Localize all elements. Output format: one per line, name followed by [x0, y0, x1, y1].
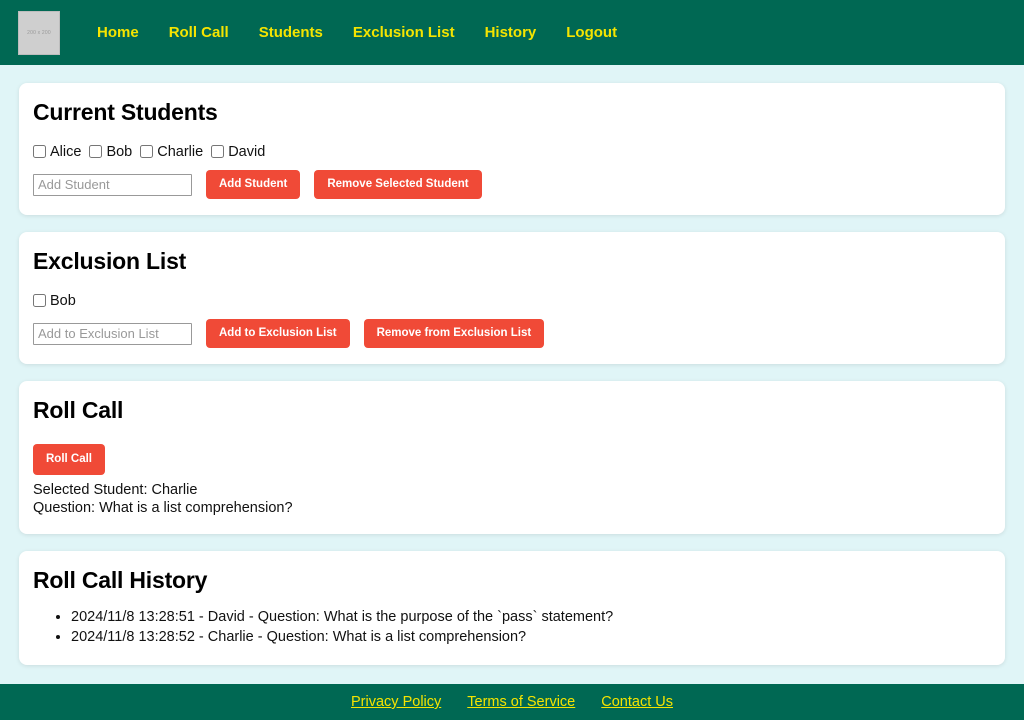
roll-call-action-row: Roll Call [33, 428, 991, 475]
student-checkbox-item: Alice [33, 144, 89, 160]
add-student-form-row: Add Student Remove Selected Student [33, 170, 991, 200]
footer-link-terms-of-service[interactable]: Terms of Service [467, 694, 575, 710]
nav-link-history[interactable]: History [470, 18, 552, 47]
nav-link-list: Home Roll Call Students Exclusion List H… [60, 18, 632, 47]
main-content: Current Students Alice Bob Charlie David Ad… [0, 65, 1024, 684]
roll-call-result: Selected Student: Charlie Question: What… [33, 481, 991, 518]
student-checkbox-david[interactable] [211, 145, 225, 158]
exclusion-checkbox-bob[interactable] [33, 294, 46, 308]
nav-item-students: Students [244, 18, 338, 47]
student-checkbox-bob[interactable] [89, 145, 103, 158]
student-label-alice: Alice [50, 144, 82, 160]
roll-call-button[interactable]: Roll Call [33, 444, 106, 475]
roll-call-history-title: Roll Call History [33, 566, 208, 593]
history-list-item: 2024/11/8 13:28:51 - David - Question: W… [71, 608, 991, 627]
exclusion-list-card: Exclusion List Bob Add to Exclusion List… [19, 232, 1005, 365]
history-list: 2024/11/8 13:28:51 - David - Question: W… [33, 608, 991, 647]
nav-link-home[interactable]: Home [82, 18, 154, 47]
exclusion-label-bob: Bob [50, 293, 76, 310]
add-exclusion-input[interactable] [33, 322, 192, 345]
roll-call-title: Roll Call [33, 397, 124, 424]
brand-logo-image-placeholder[interactable]: 200 x 200 [18, 10, 60, 55]
footer-link-contact-us[interactable]: Contact Us [601, 694, 673, 710]
history-list-item: 2024/11/8 13:28:52 - Charlie - Question:… [71, 628, 991, 647]
student-label-charlie: Charlie [157, 144, 204, 160]
student-checkbox-charlie[interactable] [140, 145, 154, 158]
top-navigation-bar: 200 x 200 Home Roll Call Students Exclus… [0, 0, 1024, 65]
student-label-bob: Bob [106, 144, 133, 160]
nav-item-logout: Logout [551, 18, 632, 47]
footer-link-privacy-policy[interactable]: Privacy Policy [351, 694, 441, 710]
question-text: Question: What is a list comprehension? [33, 500, 293, 517]
nav-link-exclusion-list[interactable]: Exclusion List [338, 18, 470, 47]
image-placeholder-icon: 200 x 200 [27, 29, 51, 36]
student-checkbox-item: David [211, 144, 273, 160]
nav-item-roll-call: Roll Call [154, 18, 244, 47]
nav-link-students[interactable]: Students [244, 18, 338, 47]
nav-item-home: Home [82, 18, 154, 47]
student-checkbox-list: Alice Bob Charlie David [33, 144, 991, 161]
remove-selected-student-button[interactable]: Remove Selected Student [314, 170, 482, 200]
nav-item-exclusion-list: Exclusion List [338, 18, 470, 47]
selected-student-text: Selected Student: Charlie [33, 481, 198, 498]
roll-call-card: Roll Call Roll Call Selected Student: Ch… [19, 381, 1005, 534]
nav-item-history: History [470, 18, 552, 47]
student-checkbox-item: Charlie [140, 144, 211, 160]
add-to-exclusion-list-button[interactable]: Add to Exclusion List [206, 319, 350, 349]
nav-link-logout[interactable]: Logout [551, 18, 632, 47]
add-student-button[interactable]: Add Student [206, 170, 301, 200]
student-checkbox-alice[interactable] [33, 145, 46, 158]
exclusion-list-title: Exclusion List [33, 248, 187, 275]
page-footer: Privacy Policy Terms of Service Contact … [0, 684, 1024, 720]
student-checkbox-item: Bob [89, 144, 140, 160]
add-student-input[interactable] [33, 173, 192, 196]
exclusion-checkbox-item: Bob [33, 293, 84, 309]
roll-call-history-card: Roll Call History 2024/11/8 13:28:51 - D… [19, 550, 1005, 665]
remove-from-exclusion-list-button[interactable]: Remove from Exclusion List [363, 319, 545, 349]
nav-link-roll-call[interactable]: Roll Call [154, 18, 244, 47]
student-label-david: David [228, 144, 266, 160]
current-students-title: Current Students [33, 99, 218, 125]
current-students-card: Current Students Alice Bob Charlie David Ad… [19, 83, 1005, 216]
exclusion-checkbox-list: Bob [33, 293, 991, 310]
add-exclusion-form-row: Add to Exclusion List Remove from Exclus… [33, 319, 991, 349]
